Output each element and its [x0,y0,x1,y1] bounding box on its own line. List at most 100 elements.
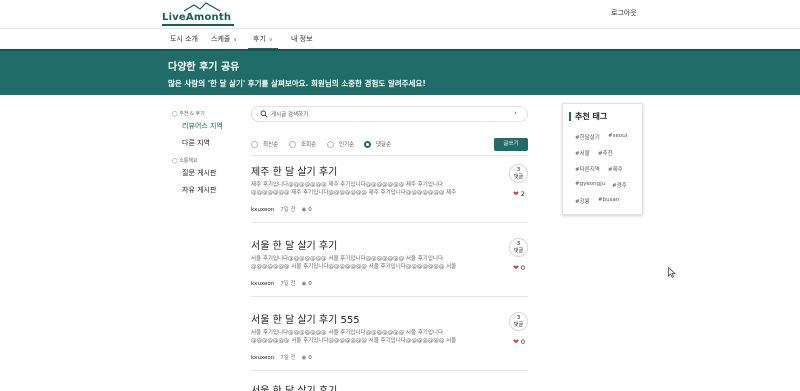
sidebar-group-community: ◯ 소통해요 [172,157,198,164]
comment-count-badge: 3 댓글 [509,312,528,331]
comment-label: 댓글 [513,174,524,180]
radio-dot [364,141,371,148]
heart-icon: ❤ [513,190,519,198]
sidebar-item-free-board[interactable]: 자유 게시판 [182,185,216,195]
page-banner: 다양한 후기 공유 많은 사람의 '한 달 살기' 후기를 살펴보아요. 회원님… [0,49,800,95]
post-excerpt: 제주 후기입니다@@@@@@@ 제주 후기입니다@@@@@@@ 제주 후기입니다… [251,182,457,196]
chevron-right-icon[interactable]: › [514,109,517,117]
radio-label: 댓글순 [376,142,392,148]
sidebar-item-reviewers-region[interactable]: 리뷰어스 지역 [182,121,223,131]
divider [251,296,528,297]
tag-chip[interactable]: #추천 [598,149,613,157]
sidebar-item-other-region[interactable]: 다른 지역 [182,138,210,148]
tag-chip[interactable]: #한달살기 [575,133,600,141]
post-meta: kxuxeon 7일 전 ◉ 0 [251,353,312,361]
sidebar-group-label: 소통해요 [179,158,198,164]
write-button[interactable]: 글쓰기 [494,138,528,151]
tag-chip[interactable]: #gyeongju [575,181,605,187]
comment-count: 3 [516,241,521,247]
logo[interactable]: LiveAmonth [162,2,242,26]
tag-chip[interactable]: #경주 [612,181,627,189]
tag-chip[interactable]: #제주 [608,165,623,173]
post-title[interactable]: 제주 한 달 살기 후기 [251,163,337,178]
radio-dot [251,141,258,148]
search-bar[interactable]: › [251,106,528,122]
post-title[interactable]: 서울 한 달 살기 후기 [251,237,337,252]
comment-label: 댓글 [513,322,524,328]
comment-count: 3 [516,315,521,321]
comment-count-badge: 3 댓글 [509,238,528,257]
divider [251,222,528,223]
tag-chip[interactable]: #busan [598,197,619,203]
post-views: 0 [308,355,312,361]
eye-icon: ◉ [301,355,307,361]
nav-item-label: 도시 소개 [170,35,198,43]
like-count-value: 0 [520,264,526,272]
post-author: kxuxeon [251,355,275,361]
radio-label: 인기순 [339,142,355,148]
post-title[interactable]: 서울 한 달 살기 후기 [251,382,337,391]
like-count[interactable]: ❤ 0 [513,264,525,272]
post-excerpt: 서울 후기입니다@@@@@@@ 서울 후기입니다@@@@@@@ 서울 후기입니다… [251,330,457,344]
comment-count-badge: 3 댓글 [509,164,528,183]
tag-chip[interactable]: #seoul [608,133,627,139]
tag-chip[interactable]: #다른지역 [575,165,600,173]
radio-label: 최신순 [263,142,279,148]
nav-item-reviews[interactable]: 후기 ∨ [253,34,273,44]
chat-icon: ◯ [172,158,178,164]
chevron-down-icon: ∨ [268,37,273,43]
post-date: 7일 전 [280,207,296,213]
post-title[interactable]: 서울 한 달 살기 후기 555 [251,311,360,326]
eye-icon: ◉ [301,207,307,213]
tags-title: 추천 태그 [569,112,607,121]
post-views: 0 [308,207,312,213]
sort-radio-popular[interactable]: 인기순 [327,140,354,148]
mouse-cursor-icon [668,267,676,278]
nav-item-label: 스케줄 [211,35,231,43]
page-title: 다양한 후기 공유 [168,62,240,73]
post-date: 7일 전 [280,281,296,287]
comment-label: 댓글 [513,248,524,254]
tag-chip[interactable]: #서울 [575,149,590,157]
nav-item-city[interactable]: 도시 소개 [170,34,198,44]
sidebar-group-label: 추천 & 후기 [179,111,205,117]
logout-button[interactable]: 로그아웃 [611,8,637,18]
page-subtitle: 많은 사람의 '한 달 살기' 후기를 살펴보아요. 회원님의 소중한 경험도 … [168,79,426,88]
heart-icon: ❤ [513,264,519,272]
sort-radio-comments[interactable]: 댓글순 [364,140,391,148]
logo-underline [162,24,234,26]
search-input[interactable] [271,110,501,119]
sort-radio-views[interactable]: 조회순 [289,140,316,148]
comment-count: 3 [516,167,521,173]
nav-item-my-info[interactable]: 내 정보 [291,34,313,44]
main-nav: 도시 소개 스케줄 ∨ 후기 ∨ 내 정보 [0,28,800,50]
post-item[interactable]: 서울 한 달 살기 후기 [251,382,528,391]
top-header: LiveAmonth 로그아웃 [0,0,800,28]
sidebar-item-qna-board[interactable]: 질문 게시판 [182,168,216,178]
sort-radio-latest[interactable]: 최신순 [251,140,278,148]
nav-item-schedule[interactable]: 스케줄 ∨ [211,34,237,44]
radio-label: 조회순 [301,142,317,148]
like-count-value: 2 [520,190,526,198]
logo-text: LiveAmonth [162,12,232,23]
like-count-value: 0 [520,338,526,346]
eye-icon: ◉ [301,281,307,287]
sidebar-group-recommend: ◯ 추천 & 후기 [172,110,205,117]
radio-dot [327,141,334,148]
tag-chip[interactable]: #강릉 [575,197,590,205]
post-meta: kxuxeon 7일 전 ◉ 0 [251,279,312,287]
search-icon [260,110,268,118]
like-count[interactable]: ❤ 0 [513,338,525,346]
divider [251,155,528,156]
logo-mark-icon [183,2,221,12]
post-excerpt: 서울 후기입니다@@@@@@@ 서울 후기입니다@@@@@@@ 서울 후기입니다… [251,256,457,270]
bulb-icon: ◯ [172,111,178,117]
chevron-down-icon: ∨ [233,37,237,43]
divider [251,370,528,371]
post-views: 0 [308,281,312,287]
post-author: kxuxeon [251,207,275,213]
like-count[interactable]: ❤ 2 [513,190,525,198]
recommended-tags-panel: 추천 태그 #한달살기 #seoul #서울 #추천 #다른지역 #제주 #gy… [562,103,643,215]
nav-item-label: 후기 [253,35,266,43]
post-author: kxuxeon [251,281,275,287]
